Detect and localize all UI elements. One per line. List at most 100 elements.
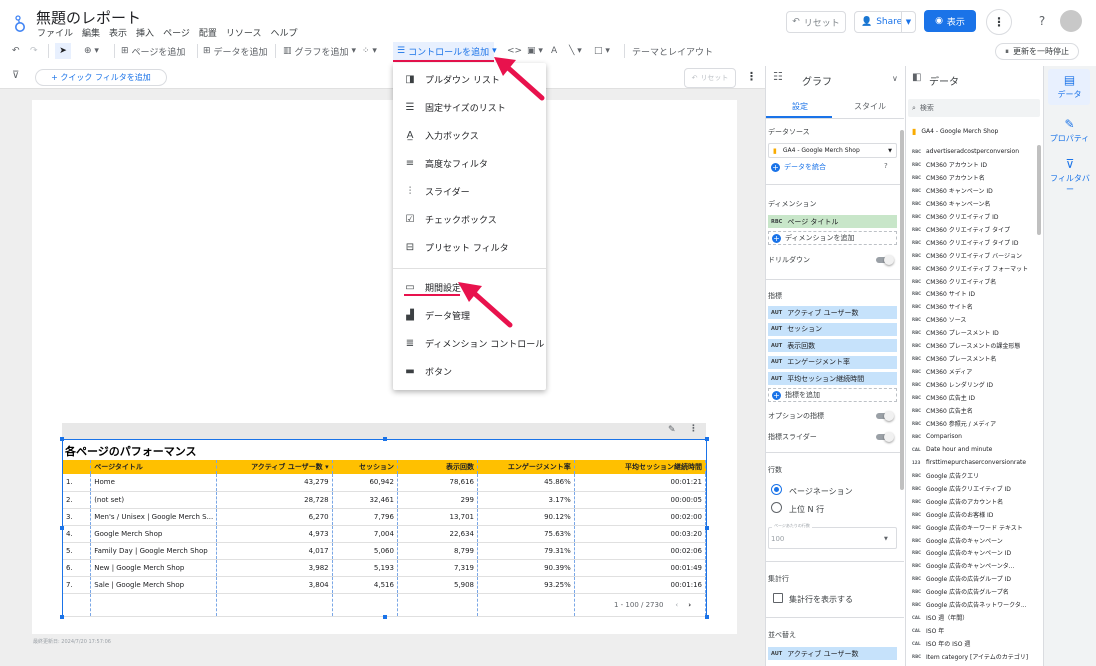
menu-resource[interactable]: リソース — [226, 26, 262, 39]
add-dimension-button[interactable]: + ディメンションを追加 — [768, 231, 897, 245]
field-item[interactable]: RBC Google 広告のアカウント名 — [912, 495, 1040, 508]
menu-insert[interactable]: 挿入 — [136, 26, 154, 39]
chevron-down-icon[interactable]: ∨ — [892, 74, 898, 83]
field-item[interactable]: RBC CM360 プレースメントの課金形態 — [912, 339, 1040, 352]
field-item[interactable]: RBC CM360 参照元 / メディア — [912, 417, 1040, 430]
field-item[interactable]: CAL ISO 年の ISO 週 — [912, 637, 1040, 650]
quick-filter-button[interactable]: + クイック フィルタを追加 — [35, 69, 167, 86]
field-item[interactable]: RBC Google 広告クエリ — [912, 469, 1040, 482]
add-data-button[interactable]: ⊞ データを追加 — [203, 43, 268, 59]
redo-icon[interactable]: ↷ — [30, 43, 38, 59]
data-pane-scrollbar[interactable] — [1037, 145, 1041, 235]
menu-page[interactable]: ページ — [163, 26, 190, 39]
resize-handle[interactable] — [705, 526, 709, 530]
share-button[interactable]: 👤 Share ▼ — [854, 11, 916, 33]
menu-arrange[interactable]: 配置 — [199, 26, 217, 39]
data-source-select[interactable]: ▮ GA4 - Google Merch Shop ▼ — [768, 143, 897, 158]
menu-help[interactable]: ヘルプ — [270, 26, 297, 39]
select-pointer-icon[interactable]: ➤ — [55, 43, 71, 59]
metric-chip[interactable]: AUT 平均セッション継続時間 — [768, 372, 897, 385]
tab-setup[interactable]: 設定 — [792, 101, 808, 112]
menu-view[interactable]: 表示 — [109, 26, 127, 39]
zoom-icon[interactable]: ⊕ ▾ — [84, 43, 99, 59]
table-row[interactable]: 3. Men's / Unisex | Google Merch S... 6,27… — [63, 508, 707, 526]
report-title[interactable]: 無題のレポート — [36, 7, 141, 28]
control-menu-item[interactable]: ≡ 高度なフィルタ — [393, 149, 546, 177]
shape-icon[interactable]: □ ▾ — [594, 43, 610, 59]
prev-page-icon[interactable]: ‹ — [675, 601, 678, 609]
optional-metric-toggle[interactable] — [876, 411, 894, 421]
field-item[interactable]: RBC CM360 アカウント ID — [912, 158, 1040, 171]
reset-button[interactable]: ↶ リセット — [786, 11, 846, 33]
control-menu-item[interactable]: ⫶ スライダー — [393, 177, 546, 205]
filter-reset-button[interactable]: ↶ リセット — [684, 68, 736, 88]
resize-handle[interactable] — [60, 615, 64, 619]
field-item[interactable]: RBC Google 広告のお客様 ID — [912, 508, 1040, 521]
more-options-icon[interactable]: ⋮ — [986, 9, 1012, 35]
field-item[interactable]: RBC CM360 ソース — [912, 313, 1040, 326]
field-item[interactable]: RBC CM360 広告主 ID — [912, 391, 1040, 404]
sort-metric-chip[interactable]: AUT アクティブ ユーザー数 — [768, 647, 897, 660]
pane-scrollbar[interactable] — [900, 130, 904, 490]
menu-edit[interactable]: 編集 — [82, 26, 100, 39]
table-row[interactable]: 2. (not set) 28,728 32,461 299 3.17% 00:00:05 — [63, 491, 707, 509]
summary-checkbox[interactable] — [773, 593, 783, 603]
field-item[interactable]: RBC CM360 プレースメント ID — [912, 326, 1040, 339]
field-item[interactable]: 123 firsttimepurchaserconversionrate — [912, 456, 1040, 469]
menu-file[interactable]: ファイル — [37, 26, 73, 39]
field-item[interactable]: RBC CM360 クリエイティブ バージョン — [912, 249, 1040, 262]
add-page-button[interactable]: ⊞ ページを追加 — [121, 43, 185, 59]
resize-handle[interactable] — [60, 437, 64, 441]
metric-chip[interactable]: AUT 表示回数 — [768, 339, 897, 352]
column-header[interactable]: エンゲージメント率 — [477, 460, 575, 474]
resize-handle[interactable] — [705, 615, 709, 619]
help-icon[interactable]: ? — [884, 162, 888, 170]
pause-refresh-button[interactable]: ⏸ 更新を一時停止 — [995, 43, 1079, 60]
rail-properties-button[interactable]: ✎ プロパティ — [1047, 117, 1092, 144]
next-page-icon[interactable]: › — [688, 601, 691, 609]
community-viz-icon[interactable]: ⁘ ▾ — [362, 43, 377, 59]
field-item[interactable]: RBC Google 広告のキーワード テキスト — [912, 521, 1040, 534]
text-icon[interactable]: A — [551, 43, 557, 59]
field-item[interactable]: RBC advertiseradcostperconversion — [912, 145, 1040, 158]
add-chart-button[interactable]: ▥ グラフを追加 ▾ — [283, 43, 356, 59]
resize-handle[interactable] — [383, 615, 387, 619]
column-header[interactable]: 平均セッション継続時間 — [574, 460, 707, 474]
collapse-panel-icon[interactable]: ◧ — [912, 72, 921, 83]
table-row[interactable]: 7. Sale | Google Merch Shop 3,804 4,516 5,90… — [63, 576, 707, 594]
avatar[interactable] — [1060, 10, 1082, 32]
table-row[interactable]: 1. Home 43,279 60,942 78,616 45.86% 00:01:21 — [63, 474, 707, 492]
field-search-input[interactable]: ⌕ 検索 — [908, 99, 1040, 117]
drilldown-toggle[interactable] — [876, 255, 894, 265]
field-item[interactable]: RBC Google 広告クリエイティブ ID — [912, 482, 1040, 495]
field-item[interactable]: RBC CM360 アカウント名 — [912, 171, 1040, 184]
add-metric-button[interactable]: + 指標を追加 — [768, 388, 897, 402]
field-item[interactable]: RBC CM360 キャンペーン名 — [912, 197, 1040, 210]
metric-chip[interactable]: AUT セッション — [768, 322, 897, 336]
blend-data-button[interactable]: + データを統合 — [771, 162, 826, 172]
theme-layout-button[interactable]: テーマとレイアウト — [632, 43, 713, 59]
field-item[interactable]: RBC CM360 広告主名 — [912, 404, 1040, 417]
filter-more-icon[interactable]: ⋮ — [746, 70, 757, 83]
field-item[interactable]: RBC CM360 サイト名 — [912, 300, 1040, 313]
top-n-radio[interactable] — [771, 502, 782, 513]
field-item[interactable]: CAL ISO 週（年間） — [912, 611, 1040, 624]
field-item[interactable]: CAL ISO 年 — [912, 624, 1040, 637]
view-button[interactable]: ◉ 表示 — [924, 10, 976, 32]
table-more-icon[interactable]: ⋮ — [689, 424, 698, 434]
resize-handle[interactable] — [383, 437, 387, 441]
field-item[interactable]: RBC CM360 クリエイティブ名 — [912, 275, 1040, 288]
rail-filter-button[interactable]: ⊽ フィルタバー — [1050, 157, 1090, 195]
field-item[interactable]: CAL Date hour and minute — [912, 443, 1040, 456]
tab-style[interactable]: スタイル — [854, 101, 886, 112]
table-row[interactable]: 5. Family Day | Google Merch Shop 4,017 5,0… — [63, 542, 707, 560]
field-item[interactable]: RBC Google 広告のキャンペーンタ... — [912, 559, 1040, 572]
field-item[interactable]: RBC CM360 サイト ID — [912, 287, 1040, 300]
control-menu-item[interactable]: ▬ ボタン — [393, 357, 546, 385]
field-item[interactable]: RBC Google 広告の広告グループ ID — [912, 572, 1040, 585]
field-item[interactable]: RBC Item category [アイテムのカテゴリ] — [912, 650, 1040, 663]
help-icon[interactable]: ? — [1032, 11, 1052, 31]
edit-pencil-icon[interactable]: ✎ — [668, 425, 676, 435]
field-item[interactable]: RBC Google 広告の広告ネットワークタ... — [912, 598, 1040, 611]
line-icon[interactable]: ╲ ▾ — [569, 43, 582, 59]
